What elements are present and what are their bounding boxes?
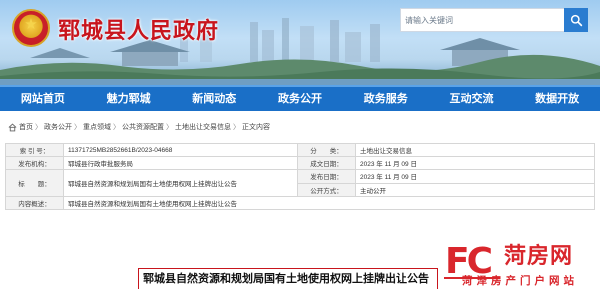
category-value: 土地出让交易信息	[355, 143, 595, 157]
national-emblem-icon: ★	[12, 9, 50, 47]
category-label: 分 类：	[297, 143, 356, 157]
nav-item-home[interactable]: 网站首页	[0, 87, 86, 111]
document-info-table: 索 引 号： 11371725MB2852661B/2023-04668 分 类…	[5, 143, 595, 210]
index-value: 11371725MB2852661B/2023-04668	[63, 143, 298, 157]
breadcrumb-key-areas[interactable]: 重点领域	[83, 122, 111, 132]
nav-item-open-data[interactable]: 数据开放	[514, 87, 600, 111]
nav-item-gov-service[interactable]: 政务服务	[343, 87, 429, 111]
table-row: 标 题： 郓城县自然资源和规划局国有土地使用权网上挂牌出让公告 发布日期： 20…	[5, 169, 595, 197]
nav-item-news[interactable]: 新闻动态	[171, 87, 257, 111]
watermark-tagline: 菏泽房产门户网站	[462, 275, 578, 287]
summary-value: 郓城县自然资源和规划局国有土地使用权网上挂牌出让公告	[63, 196, 595, 210]
breadcrumb-separator: 〉	[74, 124, 81, 131]
title-value: 郓城县自然资源和规划局国有土地使用权网上挂牌出让公告	[63, 169, 298, 197]
breadcrumb-separator: 〉	[233, 124, 240, 131]
breadcrumb-separator: 〉	[113, 124, 120, 131]
published-date-value: 2023 年 11 月 09 日	[355, 169, 595, 184]
site-title: 郓城县人民政府	[58, 18, 220, 44]
nav-item-charm[interactable]: 魅力郓城	[86, 87, 172, 111]
nav-item-gov-open[interactable]: 政务公开	[257, 87, 343, 111]
breadcrumb: 首页 〉 政务公开 〉 重点领域 〉 公共资源配置 〉 土地出让交易信息 〉 正…	[8, 121, 270, 133]
search-box	[400, 8, 588, 32]
main-navbar: 网站首页 魅力郓城 新闻动态 政务公开 政务服务 互动交流 数据开放	[0, 85, 600, 111]
published-date-label: 发布日期：	[297, 169, 356, 184]
breadcrumb-land-transfer[interactable]: 土地出让交易信息	[175, 122, 231, 132]
open-method-label: 公开方式：	[297, 182, 356, 197]
breadcrumb-public-resources[interactable]: 公共资源配置	[122, 122, 164, 132]
home-icon	[8, 122, 17, 131]
table-row: 发布机构： 郓城县行政审批服务局 成文日期： 2023 年 11 月 09 日	[5, 156, 595, 170]
search-button[interactable]	[564, 8, 588, 32]
emblem-star-icon: ★	[24, 16, 38, 33]
breadcrumb-separator: 〉	[166, 124, 173, 131]
summary-label: 内容概述：	[5, 196, 64, 210]
created-date-value: 2023 年 11 月 09 日	[355, 156, 595, 170]
article-title: 郓城县自然资源和规划局国有土地使用权网上挂牌出让公告	[138, 268, 438, 289]
breadcrumb-home[interactable]: 首页	[19, 122, 33, 132]
breadcrumb-current: 正文内容	[242, 124, 270, 131]
open-method-value: 主动公开	[355, 182, 595, 197]
issuer-label: 发布机构：	[5, 156, 64, 170]
index-label: 索 引 号：	[5, 143, 64, 157]
nav-item-interaction[interactable]: 互动交流	[429, 87, 515, 111]
watermark-site-name: 菏房网	[504, 244, 574, 269]
breadcrumb-separator: 〉	[35, 124, 42, 131]
search-input[interactable]	[401, 9, 565, 31]
table-row: 内容概述： 郓城县自然资源和规划局国有土地使用权网上挂牌出让公告	[5, 196, 595, 210]
search-icon	[570, 14, 582, 26]
issuer-value: 郓城县行政审批服务局	[63, 156, 298, 170]
site-header: ★ 郓城县人民政府	[0, 0, 600, 85]
created-date-label: 成文日期：	[297, 156, 356, 170]
title-label: 标 题：	[5, 169, 64, 197]
table-row: 索 引 号： 11371725MB2852661B/2023-04668 分 类…	[5, 143, 595, 157]
breadcrumb-gov-open[interactable]: 政务公开	[44, 122, 72, 132]
